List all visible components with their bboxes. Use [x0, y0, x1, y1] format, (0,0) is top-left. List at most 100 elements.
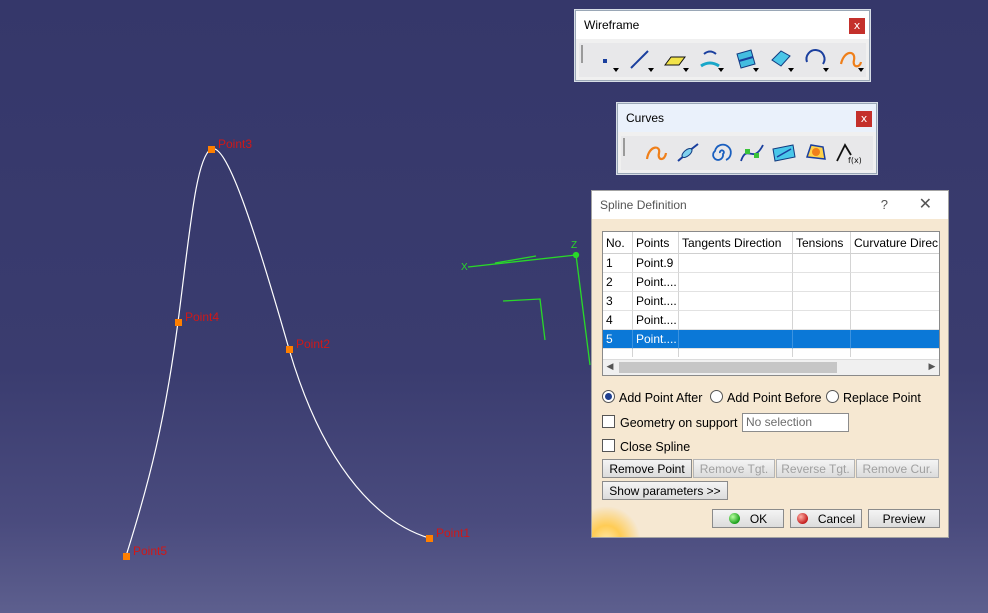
close-icon[interactable]: ✕ — [919, 191, 932, 219]
wireframe-toolbar-body — [579, 43, 866, 77]
row-tension — [793, 292, 851, 311]
spiral-icon[interactable] — [705, 139, 735, 167]
add-point-after-radio[interactable]: Add Point After — [602, 390, 702, 405]
column-header-tensions[interactable]: Tensions — [793, 232, 851, 254]
remove-curvature-button[interactable]: Remove Cur. — [856, 459, 939, 478]
point-marker-2[interactable] — [286, 346, 293, 353]
law-curve-icon[interactable]: f(x) — [833, 139, 863, 167]
row-curvature — [851, 254, 939, 273]
line-icon[interactable] — [626, 46, 656, 74]
point-marker-4[interactable] — [175, 319, 182, 326]
table-row[interactable]: 3 Point.... — [603, 292, 939, 311]
row-no: 1 — [603, 254, 633, 273]
curves-toolbar-close-button[interactable]: x — [856, 111, 872, 127]
row-tangent — [679, 330, 793, 349]
help-icon[interactable]: ? — [881, 191, 888, 219]
point-label-2: Point2 — [296, 337, 330, 351]
add-point-before-radio[interactable]: Add Point Before — [710, 390, 822, 405]
show-parameters-button[interactable]: Show parameters >> — [602, 481, 728, 500]
replace-point-radio[interactable]: Replace Point — [826, 390, 921, 405]
geometry-on-support-label: Geometry on support — [620, 416, 738, 430]
preview-button[interactable]: Preview — [868, 509, 940, 528]
curves-toolbar[interactable]: Curves x f(x) — [617, 103, 877, 174]
dialog-title: Spline Definition ? ✕ — [592, 191, 948, 219]
spline-icon[interactable] — [836, 46, 866, 74]
polyline-icon[interactable] — [801, 139, 831, 167]
radio-icon — [710, 390, 723, 403]
points-table[interactable]: No. Points Tangents Direction Tensions C… — [602, 231, 940, 376]
dialog-title-text: Spline Definition — [600, 198, 687, 212]
point-icon[interactable] — [591, 46, 621, 74]
table-row[interactable]: 4 Point.... — [603, 311, 939, 330]
remove-tangent-button[interactable]: Remove Tgt. — [693, 459, 775, 478]
point-marker-3[interactable] — [208, 146, 215, 153]
scroll-right-arrow-icon[interactable]: ▶ — [925, 360, 939, 375]
helix-connect-icon[interactable] — [673, 139, 703, 167]
axis-compass — [467, 251, 591, 366]
checkbox-icon — [602, 415, 615, 428]
cancel-button[interactable]: Cancel — [790, 509, 862, 528]
row-tension — [793, 273, 851, 292]
row-curvature — [851, 311, 939, 330]
wireframe-toolbar-title: Wireframe — [576, 11, 869, 39]
reverse-tangent-button[interactable]: Reverse Tgt. — [776, 459, 855, 478]
point-label-4: Point4 — [185, 310, 219, 324]
add-point-after-label: Add Point After — [619, 391, 703, 405]
point-marker-1[interactable] — [426, 535, 433, 542]
table-row[interactable]: 1 Point.9 — [603, 254, 939, 273]
wireframe-toolbar[interactable]: Wireframe x — [575, 10, 870, 81]
point-label-1: Point1 — [436, 526, 470, 540]
spline-curve[interactable] — [125, 148, 430, 557]
point-label-3: Point3 — [218, 137, 252, 151]
remove-point-button[interactable]: Remove Point — [602, 459, 692, 478]
radio-icon — [826, 390, 839, 403]
close-spline-checkbox[interactable]: Close Spline — [602, 439, 690, 454]
column-header-tangents[interactable]: Tangents Direction — [679, 232, 793, 254]
row-tangent — [679, 311, 793, 330]
circle-icon[interactable] — [801, 46, 831, 74]
column-header-points[interactable]: Points — [633, 232, 679, 254]
wireframe-toolbar-close-button[interactable]: x — [849, 18, 865, 34]
scrollbar-thumb[interactable] — [619, 362, 837, 373]
projection-icon[interactable] — [696, 46, 726, 74]
row-no: 3 — [603, 292, 633, 311]
row-tangent — [679, 292, 793, 311]
row-no: 5 — [603, 330, 633, 349]
row-tension — [793, 330, 851, 349]
table-row[interactable]: 2 Point.... — [603, 273, 939, 292]
checkbox-icon — [602, 439, 615, 452]
radio-selected-icon — [602, 390, 615, 403]
column-header-no[interactable]: No. — [603, 232, 633, 254]
intersection-icon[interactable] — [731, 46, 761, 74]
point-marker-5[interactable] — [123, 553, 130, 560]
spacer-cell — [633, 349, 679, 357]
spacer-cell — [793, 349, 851, 357]
toolbar-grip[interactable] — [623, 138, 625, 156]
row-curvature — [851, 273, 939, 292]
close-spline-label: Close Spline — [620, 440, 691, 454]
spline-icon[interactable] — [641, 139, 671, 167]
horizontal-scrollbar[interactable]: ◀ ▶ — [603, 359, 939, 375]
curves-toolbar-title: Curves — [618, 104, 876, 132]
add-point-before-label: Add Point Before — [727, 391, 822, 405]
scroll-left-arrow-icon[interactable]: ◀ — [603, 360, 617, 375]
isoparametric-curve-icon[interactable] — [769, 139, 799, 167]
support-field[interactable]: No selection — [742, 413, 849, 432]
ok-button[interactable]: OK — [712, 509, 784, 528]
spline-definition-dialog[interactable]: Spline Definition ? ✕ No. Points Tangent… — [591, 190, 949, 538]
toolbar-grip[interactable] — [581, 45, 583, 63]
table-row-selected[interactable]: 5 Point.... — [603, 330, 939, 349]
row-no: 4 — [603, 311, 633, 330]
spacer-cell — [603, 349, 633, 357]
geometry-on-support-checkbox[interactable]: Geometry on support — [602, 415, 737, 430]
curves-toolbar-body: f(x) — [621, 136, 873, 170]
row-point: Point.... — [633, 311, 679, 330]
row-tension — [793, 254, 851, 273]
spine-icon[interactable] — [737, 139, 767, 167]
column-header-curvature[interactable]: Curvature Direc — [851, 232, 939, 254]
offset-surface-icon[interactable] — [766, 46, 796, 74]
row-tangent — [679, 254, 793, 273]
svg-text:f(x): f(x) — [848, 156, 862, 165]
ok-icon — [728, 513, 740, 524]
plane-icon[interactable] — [661, 46, 691, 74]
